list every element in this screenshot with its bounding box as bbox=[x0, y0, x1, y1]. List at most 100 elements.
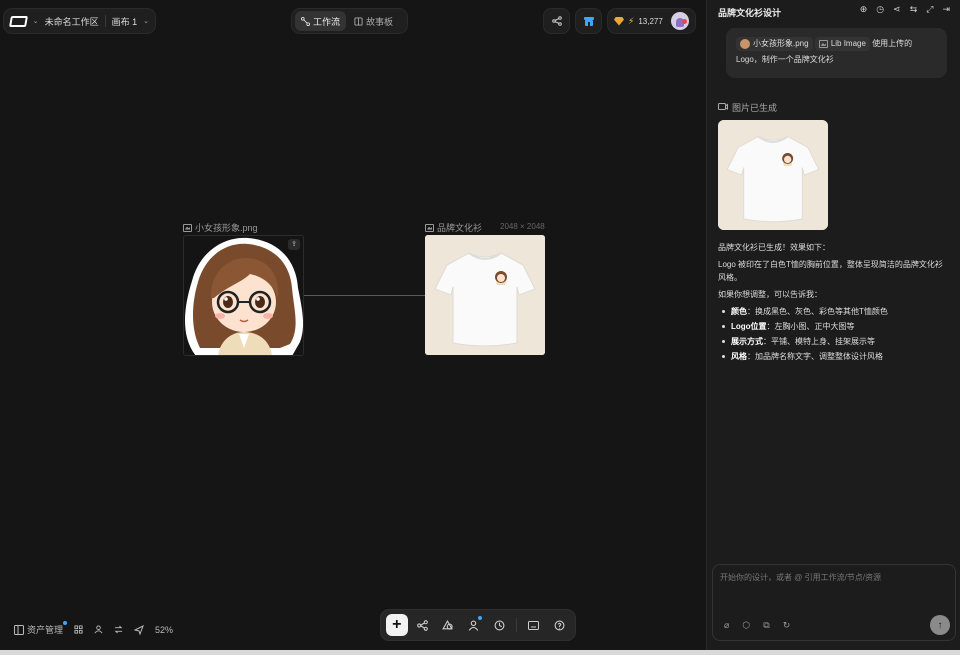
chat-panel: 品牌文化衫设计 ⊕ ◷ ⋖ ⇆ ⤢ ⇥ 小女孩形象.png Lib Image … bbox=[706, 0, 960, 650]
credits-count: 13,277 bbox=[638, 16, 663, 26]
file-chip[interactable]: 小女孩形象.png bbox=[736, 36, 813, 51]
send-button[interactable]: ↑ bbox=[930, 615, 950, 635]
tab-workflow[interactable]: 工作流 bbox=[295, 11, 347, 31]
add-node-button[interactable]: + bbox=[386, 614, 408, 636]
store-button[interactable] bbox=[575, 8, 602, 34]
node-output-image[interactable] bbox=[425, 235, 545, 355]
user-button[interactable] bbox=[94, 625, 103, 634]
asset-manager-label: 资产管理 bbox=[27, 625, 64, 635]
notification-dot bbox=[682, 19, 687, 24]
asset-manager-button[interactable]: 资产管理 bbox=[14, 621, 68, 636]
grid-button[interactable] bbox=[74, 625, 83, 634]
upload-icon[interactable]: ⧉ bbox=[763, 620, 769, 631]
credits-bar[interactable]: ⚡ 13,277 bbox=[607, 8, 696, 34]
keyboard-button[interactable] bbox=[523, 614, 545, 636]
generated-image-thumbnail[interactable] bbox=[718, 120, 828, 230]
help-icon bbox=[554, 620, 565, 630]
notification-dot bbox=[478, 616, 483, 620]
list-item: 展示方式：平铺、模特上身、挂架展示等 bbox=[718, 335, 950, 348]
keyboard-icon bbox=[528, 620, 540, 630]
shapes-button[interactable] bbox=[437, 614, 459, 636]
reply-intro: 品牌文化衫已生成！效果如下： bbox=[718, 243, 830, 252]
collapse-icon[interactable]: ⤢ bbox=[926, 4, 933, 15]
workflow-button[interactable] bbox=[412, 614, 434, 636]
chevron-down-icon[interactable]: ⌄ bbox=[33, 17, 39, 25]
chat-input[interactable]: 开始你的设计，或者 @ 引用工作流/节点/资源 ⌀ ⬡ ⧉ ↻ ↑ bbox=[712, 564, 956, 641]
plus-icon: + bbox=[392, 616, 402, 633]
canvas-selector[interactable]: 画布 1 bbox=[112, 15, 138, 28]
reply-description: Logo 被印在了白色T恤的胸前位置，整体呈现简洁的品牌文化衫风格。 bbox=[718, 260, 943, 282]
zoom-level[interactable]: 52% bbox=[155, 625, 173, 635]
user-message: 小女孩形象.png Lib Image 使用上传的 Logo，制作一个品牌文化衫 bbox=[726, 28, 947, 78]
workflow-icon bbox=[416, 619, 428, 631]
refresh-icon[interactable]: ↻ bbox=[783, 620, 791, 631]
node-output-title: 品牌文化衫 bbox=[425, 221, 482, 234]
person-button[interactable] bbox=[463, 614, 485, 636]
image-icon bbox=[425, 223, 434, 232]
sidebar-icon bbox=[14, 624, 24, 635]
file-chip-label: 小女孩形象.png bbox=[753, 38, 809, 48]
swap-icon bbox=[114, 625, 123, 634]
person-icon bbox=[468, 620, 479, 631]
assistant-reply: 品牌文化衫已生成！效果如下： Logo 被印在了白色T恤的胸前位置，整体呈现简洁… bbox=[718, 241, 950, 365]
lib-image-chip-label: Lib Image bbox=[830, 38, 866, 48]
tab-storyboard[interactable]: 故事板 bbox=[348, 11, 399, 31]
storyboard-icon bbox=[354, 16, 363, 26]
gem-icon bbox=[614, 16, 624, 26]
new-chat-icon[interactable]: ⊕ bbox=[860, 4, 868, 15]
shapes-icon bbox=[442, 619, 454, 630]
workflow-icon bbox=[301, 16, 310, 26]
box-icon[interactable]: ⬡ bbox=[742, 620, 750, 631]
help-button[interactable] bbox=[548, 614, 570, 636]
chevron-down-icon[interactable]: ⌄ bbox=[143, 17, 149, 25]
node-source-title-text: 小女孩形象.png bbox=[195, 223, 258, 233]
upload-icon[interactable]: ⇪ bbox=[288, 239, 300, 250]
canvas-area[interactable]: ⌄ 未命名工作区 画布 1 ⌄ 工作流 故事板 ⚡ 13,277 小女孩形象.p… bbox=[0, 0, 706, 650]
input-tools: ⌀ ⬡ ⧉ ↻ bbox=[724, 620, 790, 631]
lib-image-chip[interactable]: Lib Image bbox=[814, 36, 870, 51]
image-icon bbox=[818, 39, 828, 48]
generated-label-text: 图片已生成 bbox=[732, 103, 778, 113]
history-icon bbox=[494, 620, 505, 630]
user-message-text-line2: Logo，制作一个品牌文化衫 bbox=[736, 55, 834, 64]
list-item: Logo位置：左胸小图、正中大图等 bbox=[718, 320, 950, 333]
window-bottom-edge bbox=[0, 650, 960, 655]
app-logo-icon[interactable] bbox=[9, 15, 28, 27]
node-source-image[interactable]: ⇪ bbox=[183, 235, 304, 356]
notification-dot bbox=[63, 621, 68, 625]
divider bbox=[104, 15, 106, 27]
share-button[interactable] bbox=[543, 8, 570, 34]
tshirt-image bbox=[425, 235, 545, 355]
attach-icon[interactable]: ⌀ bbox=[724, 620, 729, 631]
fit-view-button[interactable] bbox=[134, 624, 144, 635]
exit-icon[interactable]: ⇥ bbox=[942, 4, 950, 15]
tshirt-image bbox=[718, 120, 828, 230]
history-icon[interactable]: ◷ bbox=[876, 4, 884, 15]
chat-input-placeholder: 开始你的设计，或者 @ 引用工作流/节点/资源 bbox=[720, 573, 882, 582]
panel-header-actions: ⊕ ◷ ⋖ ⇆ ⤢ ⇥ bbox=[860, 4, 950, 15]
bottom-left-tools: 资产管理 52% bbox=[14, 621, 173, 636]
settings-icon[interactable]: ⇆ bbox=[910, 4, 918, 15]
divider bbox=[515, 618, 517, 632]
avatar bbox=[740, 38, 750, 49]
suggestion-list: 颜色：换成黑色、灰色、彩色等其他T恤颜色 Logo位置：左胸小图、正中大图等 展… bbox=[718, 305, 950, 363]
node-output-title-text: 品牌文化衫 bbox=[437, 223, 483, 233]
history-button[interactable] bbox=[488, 614, 510, 636]
node-connection bbox=[304, 295, 425, 296]
navigation-icon bbox=[134, 624, 144, 635]
share-icon bbox=[551, 16, 562, 26]
tab-storyboard-label: 故事板 bbox=[366, 16, 394, 27]
girl-character-image bbox=[185, 237, 303, 355]
bottom-toolbar: + bbox=[380, 609, 576, 641]
node-source-title: 小女孩形象.png bbox=[183, 221, 258, 234]
swap-button[interactable] bbox=[114, 625, 123, 634]
store-icon bbox=[583, 16, 594, 26]
person-icon bbox=[94, 625, 103, 634]
grid-icon bbox=[74, 625, 83, 634]
bolt-icon: ⚡ bbox=[628, 15, 635, 26]
workspace-bar: ⌄ 未命名工作区 画布 1 ⌄ bbox=[3, 8, 156, 34]
reply-prompt: 如果你想调整，可以告诉我： bbox=[718, 290, 822, 299]
workspace-name[interactable]: 未命名工作区 bbox=[45, 15, 99, 28]
list-item: 风格：加品牌名称文字、调整整体设计风格 bbox=[718, 350, 950, 363]
share-icon[interactable]: ⋖ bbox=[893, 4, 901, 15]
